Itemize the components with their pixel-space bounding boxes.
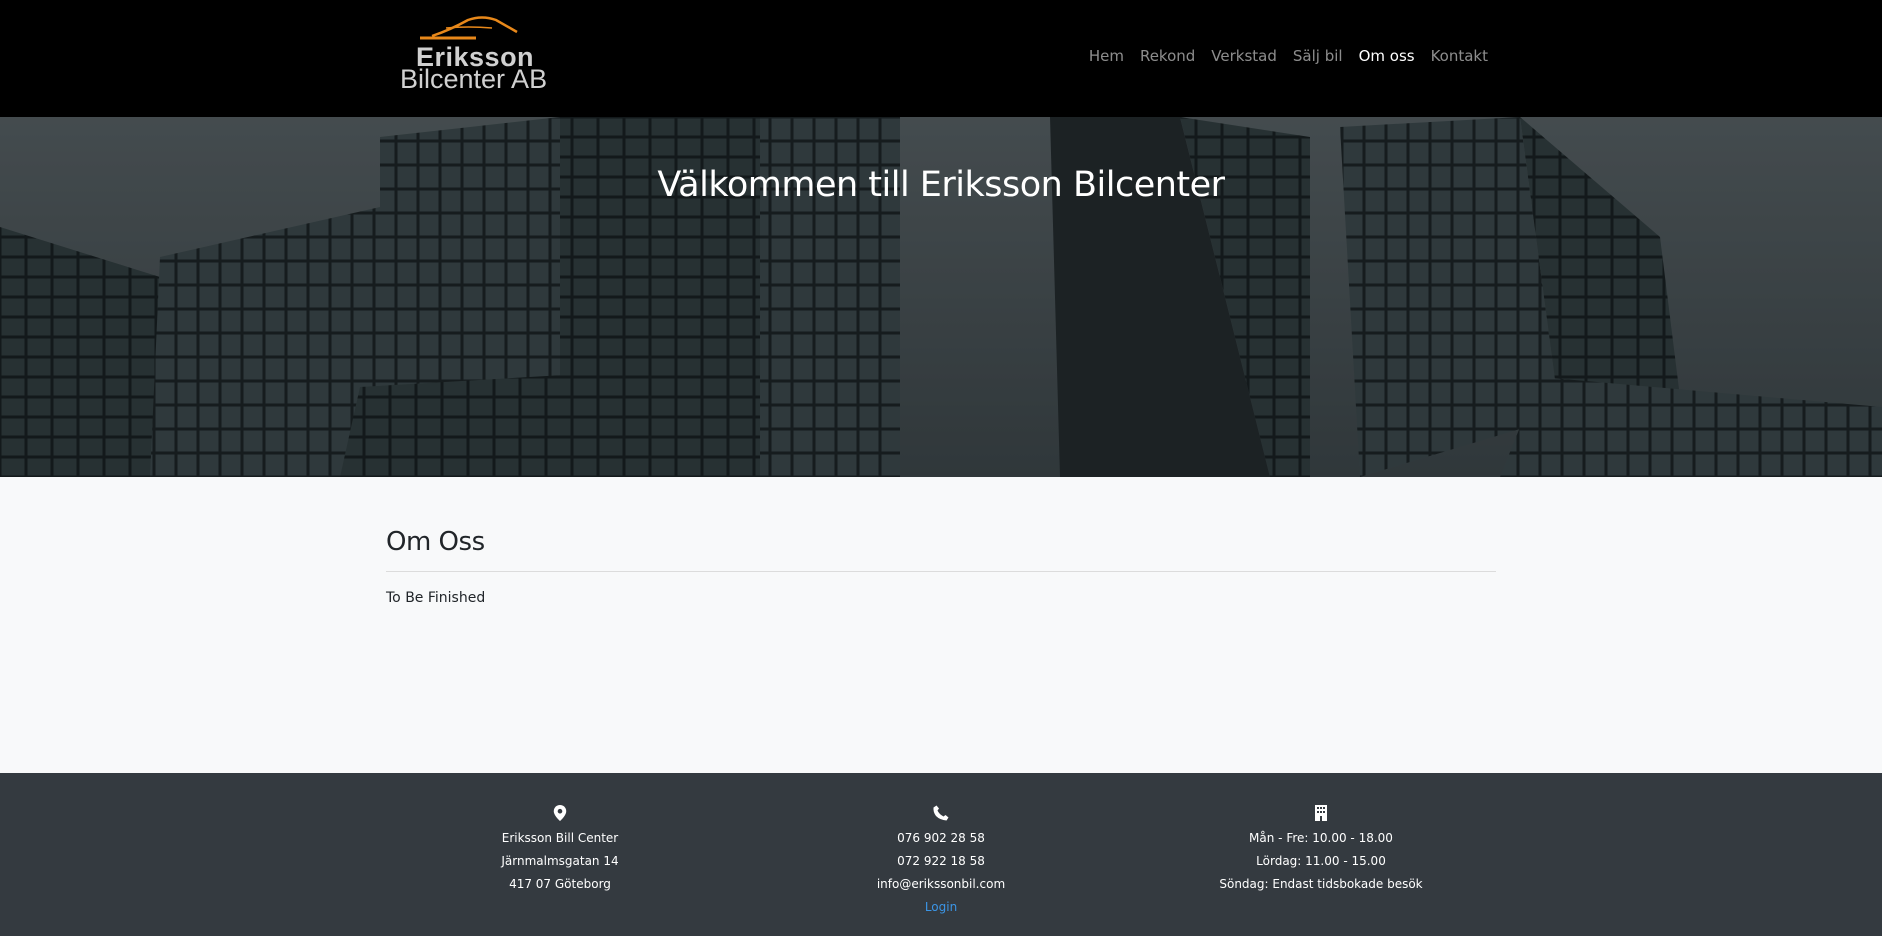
brand-logo[interactable]: Eriksson Bilcenter AB <box>400 14 548 94</box>
about-text: To Be Finished <box>386 590 486 606</box>
footer-address: Eriksson Bill Center Järnmalmsgatan 14 4… <box>410 805 710 896</box>
address-street: Järnmalmsgatan 14 <box>501 854 619 868</box>
phone-icon <box>933 805 949 821</box>
hero-title: Välkommen till Eriksson Bilcenter <box>657 165 1225 205</box>
hero-banner: Välkommen till Eriksson Bilcenter <box>0 117 1882 477</box>
nav-link-hem[interactable]: Hem <box>1089 47 1124 65</box>
divider <box>386 571 1496 572</box>
hours-weekdays: Mån - Fre: 10.00 - 18.00 <box>1249 831 1393 845</box>
address-company: Eriksson Bill Center <box>501 831 619 845</box>
login-link[interactable]: Login <box>791 896 1091 919</box>
footer-hours: Mån - Fre: 10.00 - 18.00 Lördag: 11.00 -… <box>1171 805 1471 896</box>
hours-sunday: Söndag: Endast tidsbokade besök <box>1219 877 1423 891</box>
phone-number-1: 076 902 28 58 <box>897 831 985 845</box>
brand-subtitle: Bilcenter AB <box>400 64 548 94</box>
nav-link-om-oss[interactable]: Om oss <box>1359 47 1415 65</box>
car-roof-logo-icon <box>420 16 518 40</box>
contact-email[interactable]: info@erikssonbil.com <box>791 873 1091 896</box>
building-icon <box>1315 805 1327 821</box>
footer: Eriksson Bill Center Järnmalmsgatan 14 4… <box>0 773 1882 936</box>
main-nav: Hem Rekond Verkstad Sälj bil Om oss Kont… <box>1089 47 1488 65</box>
nav-link-verkstad[interactable]: Verkstad <box>1211 47 1277 65</box>
about-section: Om Oss To Be Finished <box>386 477 1496 606</box>
phone-number-2: 072 922 18 58 <box>897 854 985 868</box>
nav-link-rekond[interactable]: Rekond <box>1140 47 1195 65</box>
nav-link-salj-bil[interactable]: Sälj bil <box>1293 47 1343 65</box>
nav-link-kontakt[interactable]: Kontakt <box>1431 47 1488 65</box>
map-pin-icon <box>553 805 567 821</box>
page-title: Om Oss <box>386 527 485 557</box>
top-navbar: Eriksson Bilcenter AB Hem Rekond Verksta… <box>0 0 1882 117</box>
footer-contact: 076 902 28 58 072 922 18 58 info@eriksso… <box>791 805 1091 919</box>
hours-saturday: Lördag: 11.00 - 15.00 <box>1256 854 1386 868</box>
address-city: 417 07 Göteborg <box>509 877 611 891</box>
